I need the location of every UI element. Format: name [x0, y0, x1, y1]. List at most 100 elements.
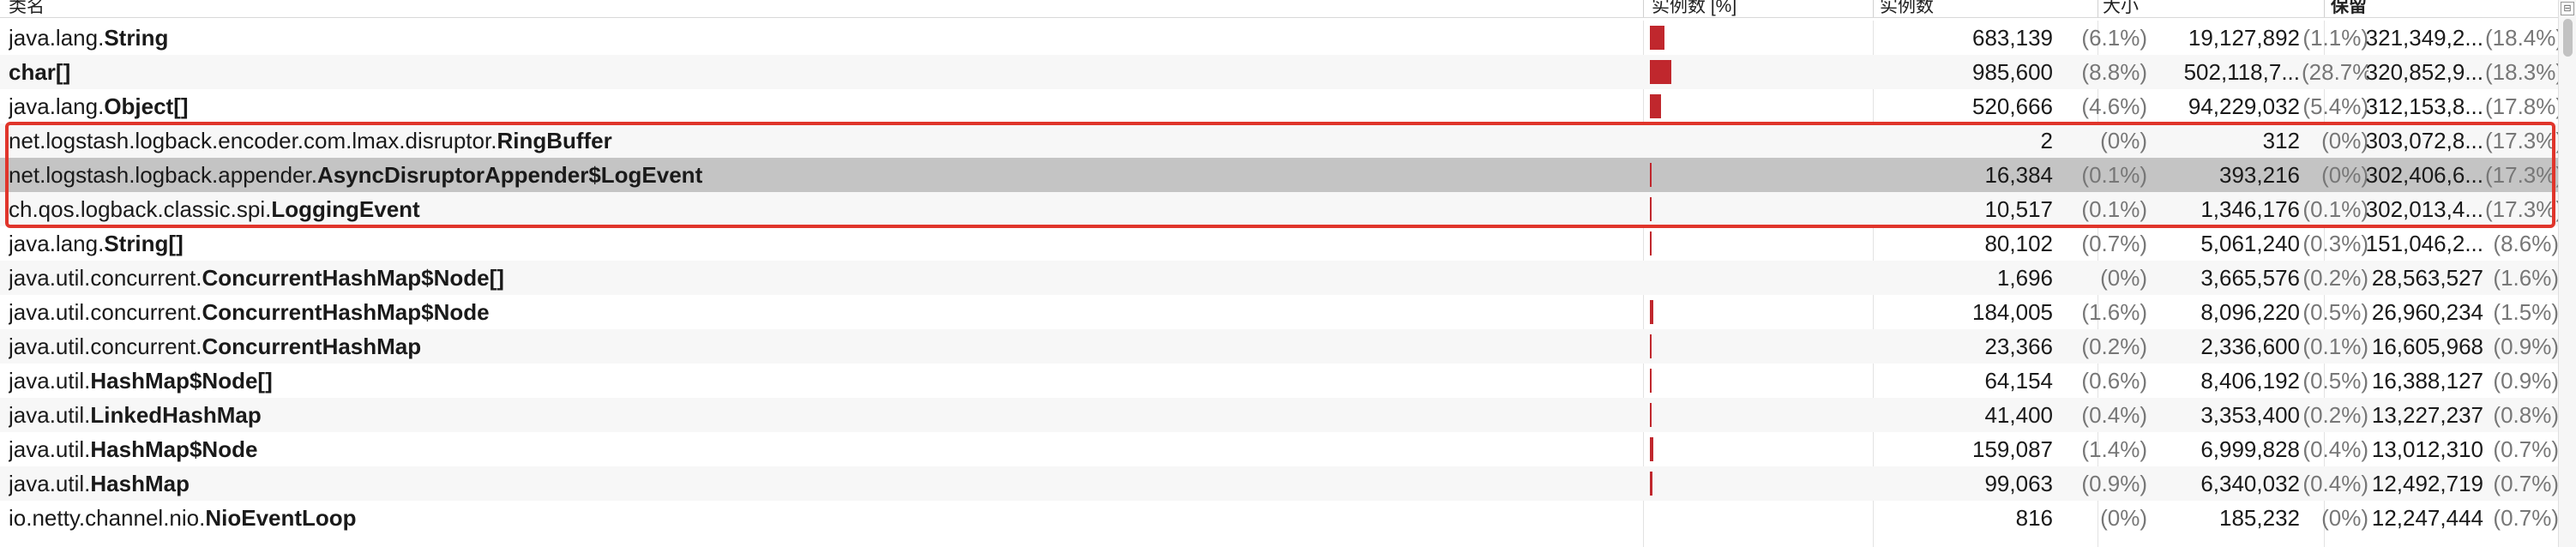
column-divider[interactable]: [1643, 0, 1644, 17]
class-simple-name: RingBuffer: [497, 128, 612, 153]
retained-size-percent-cell: (0.7%): [2493, 471, 2559, 496]
vertical-scrollbar[interactable]: ⊟: [2558, 0, 2576, 547]
retained-size-percent-cell: (0.9%): [2493, 334, 2559, 359]
column-header-size[interactable]: 大小: [2103, 0, 2139, 15]
instance-percent-bar: [1650, 231, 1652, 255]
shallow-size-cell: 185,232: [2219, 505, 2300, 531]
retained-size-cell: 26,960,234: [2371, 299, 2483, 325]
table-row[interactable]: net.logstash.logback.appender.AsyncDisru…: [0, 158, 2559, 192]
table-row[interactable]: java.util.concurrent.ConcurrentHashMap$N…: [0, 295, 2559, 329]
table-row[interactable]: char[]985,600(8.8%)502,118,7...(28.7%)32…: [0, 55, 2559, 89]
class-name-cell: java.util.HashMap$Node[]: [9, 364, 1638, 398]
table-header: 类名 实例数 [%] 实例数 大小 保留: [0, 0, 2559, 18]
package-name: java.util.: [9, 471, 91, 496]
package-name: java.lang.: [9, 231, 105, 256]
table-row[interactable]: java.util.HashMap$Node 159,087 (1.4%) 6,999…: [0, 432, 2559, 466]
class-simple-name: HashMap$Node: [90, 436, 258, 462]
class-simple-name: String: [104, 25, 169, 51]
table-row[interactable]: ch.qos.logback.classic.spi.LoggingEvent 1…: [0, 192, 2559, 226]
retained-size-cell: 12,247,444: [2371, 505, 2483, 531]
class-simple-name: ConcurrentHashMap$Node[]: [202, 265, 504, 291]
column-header-instance-percent[interactable]: 实例数 [%]: [1652, 0, 1736, 15]
retained-size-cell: 312,153,8...: [2365, 93, 2483, 119]
package-name: java.lang.: [9, 93, 105, 119]
column-header-instances[interactable]: 实例数: [1880, 0, 1934, 15]
class-simple-name: HashMap$Node[]: [90, 368, 273, 394]
class-simple-name: ConcurrentHashMap$Node: [202, 299, 490, 325]
instance-count-cell: 1,696: [1996, 265, 2053, 291]
class-name-cell: java.util.LinkedHashMap: [9, 398, 1638, 432]
class-simple-name: NioEventLoop: [205, 505, 357, 531]
retained-size-percent-cell: (17.3%): [2485, 162, 2559, 188]
instance-percent-bar-cell: [1645, 21, 1868, 55]
table-row[interactable]: java.lang.String[] 80,102 (0.7%) 5,061,240(…: [0, 226, 2559, 261]
instance-percent-bar: [1650, 197, 1652, 221]
instance-percent-bar-cell: [1645, 329, 1868, 364]
retained-size-percent-cell: (1.5%): [2493, 299, 2559, 325]
class-name-cell: net.logstash.logback.encoder.com.lmax.di…: [9, 123, 1638, 158]
instance-count-cell: 159,087: [1972, 436, 2053, 462]
retained-size-percent-cell: (0.9%): [2493, 368, 2559, 394]
instance-percent-bar-cell: [1645, 398, 1868, 432]
class-name-cell: io.netty.channel.nio.NioEventLoop: [9, 501, 1638, 535]
class-name-cell: java.util.HashMap$Node: [9, 432, 1638, 466]
package-name: java.util.concurrent.: [9, 334, 202, 359]
instance-count-cell: 80,102: [1984, 231, 2053, 256]
column-divider[interactable]: [2324, 0, 2325, 17]
retained-size-cell: 13,227,237: [2371, 402, 2483, 428]
shallow-size-cell: 393,216: [2219, 162, 2300, 188]
class-simple-name: Object[]: [104, 93, 189, 119]
package-name: ch.qos.logback.classic.spi.: [9, 196, 272, 222]
instance-count-cell: 2: [2040, 128, 2053, 153]
shallow-size-cell: 2,336,600: [2200, 334, 2300, 359]
instance-percent-bar-cell: [1645, 55, 1868, 89]
shallow-size-cell: 1,346,176: [2200, 196, 2300, 222]
instance-count-cell: 99,063: [1984, 471, 2053, 496]
retained-size-cell: 16,388,127: [2371, 368, 2483, 394]
retained-size-cell: 28,563,527: [2371, 265, 2483, 291]
retained-size-cell: 321,349,2...: [2365, 25, 2483, 51]
class-name-cell: ch.qos.logback.classic.spi.LoggingEvent: [9, 192, 1638, 226]
package-name: java.lang.: [9, 25, 105, 51]
class-simple-name: ConcurrentHashMap: [202, 334, 422, 359]
instance-count-cell: 10,517: [1984, 196, 2053, 222]
retained-size-cell: 303,072,8...: [2365, 128, 2483, 153]
retained-size-percent-cell: (8.6%): [2493, 231, 2559, 256]
table-row[interactable]: java.util.HashMap$Node[] 64,154 (0.6%) 8,40…: [0, 364, 2559, 398]
retained-size-percent-cell: (18.3%): [2485, 59, 2559, 85]
instance-percent-bar-cell: [1645, 295, 1868, 329]
column-header-retained[interactable]: 保留: [2331, 0, 2367, 15]
shallow-size-cell: 94,229,032: [2188, 93, 2300, 119]
column-header-class-name[interactable]: 类名: [9, 0, 45, 15]
table-row[interactable]: java.util.LinkedHashMap 41,400 (0.4%) 3,353…: [0, 398, 2559, 432]
table-row[interactable]: net.logstash.logback.encoder.com.lmax.di…: [0, 123, 2559, 158]
retained-size-cell: 13,012,310: [2371, 436, 2483, 462]
table-row[interactable]: io.netty.channel.nio.NioEventLoop 816 (0%)…: [0, 501, 2559, 535]
table-row[interactable]: java.util.concurrent.ConcurrentHashMap$N…: [0, 261, 2559, 295]
table-row[interactable]: java.lang.Object[] 520,666 (4.6%) 94,229,03…: [0, 89, 2559, 123]
package-name: java.util.: [9, 436, 91, 462]
instance-percent-bar: [1650, 163, 1652, 187]
column-divider[interactable]: [1873, 0, 1874, 17]
class-name-cell: java.lang.String[]: [9, 226, 1638, 261]
shallow-size-cell: 6,999,828: [2200, 436, 2300, 462]
class-simple-name: LoggingEvent: [271, 196, 420, 222]
class-name-cell: java.util.concurrent.ConcurrentHashMap: [9, 329, 1638, 364]
instance-percent-bar-cell: [1645, 192, 1868, 226]
scrollbar-thumb[interactable]: [2563, 19, 2573, 57]
instance-percent-bar: [1650, 403, 1652, 427]
instance-percent-bar: [1650, 60, 1671, 84]
table-row[interactable]: java.util.HashMap 99,063 (0.9%) 6,340,032 (0…: [0, 466, 2559, 501]
heap-class-table: 类名 实例数 [%] 实例数 大小 保留 java.lang.String 683…: [0, 0, 2576, 547]
table-row[interactable]: java.util.concurrent.ConcurrentHashMap 23…: [0, 329, 2559, 364]
instance-count-cell: 16,384: [1984, 162, 2053, 188]
table-settings-icon[interactable]: ⊟: [2561, 2, 2574, 15]
shallow-size-cell: 8,096,220: [2200, 299, 2300, 325]
instance-percent-bar: [1650, 94, 1661, 118]
instance-percent-bar-cell: [1645, 261, 1868, 295]
shallow-size-cell: 6,340,032: [2200, 471, 2300, 496]
retained-size-percent-cell: (0.7%): [2493, 436, 2559, 462]
class-name-cell: java.util.HashMap: [9, 466, 1638, 501]
retained-size-percent-cell: (0.7%): [2493, 505, 2559, 531]
table-row[interactable]: java.lang.String 683,139 (6.1%) 19,127,892(…: [0, 21, 2559, 55]
